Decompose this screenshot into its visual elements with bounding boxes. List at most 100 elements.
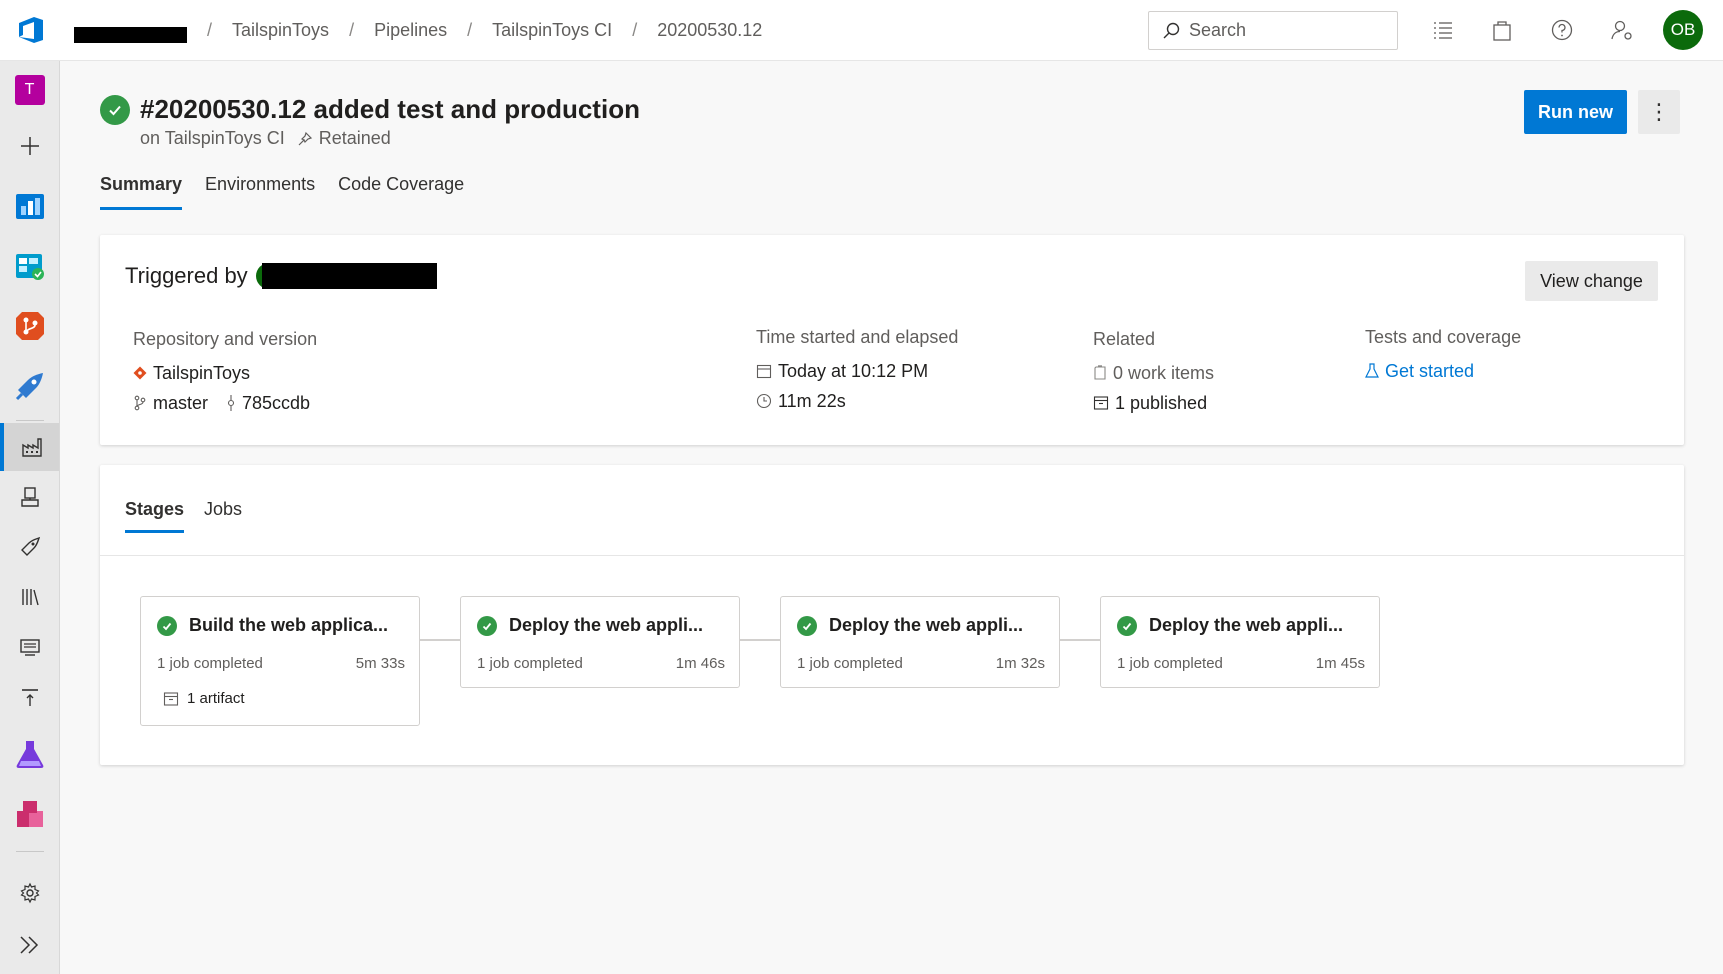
stage-connector: [420, 639, 460, 641]
rail-test-plans[interactable]: [0, 730, 59, 778]
stage-name: Deploy the web appli...: [1149, 615, 1344, 635]
releases-rocket-icon: [20, 536, 40, 556]
get-started-link[interactable]: Get started: [1385, 361, 1474, 382]
work-item-icon: [1094, 365, 1106, 380]
start-time: Today at 10:12 PM: [778, 360, 929, 381]
tests-label: Tests and coverage: [1365, 327, 1522, 347]
stage-card[interactable]: Build the web applica... 1 job completed…: [140, 596, 420, 726]
stage-card[interactable]: Deploy the web appli... 1 job completed 1…: [460, 596, 740, 688]
branch-name[interactable]: master: [153, 393, 208, 414]
task-list-icon[interactable]: [1430, 17, 1456, 43]
breadcrumb-separator: /: [349, 20, 355, 40]
rail-environments[interactable]: [0, 473, 59, 521]
commit-icon: [227, 395, 235, 411]
overview-icon: [15, 194, 44, 219]
environments-icon: [20, 487, 39, 507]
run-tabs: Summary Environments Code Coverage: [100, 174, 487, 210]
time-section: Time started and elapsed Today at 10:12 …: [756, 327, 958, 416]
plus-icon: [20, 137, 39, 155]
summary-card: Triggered by View change Repository and …: [100, 235, 1684, 445]
stage-name: Build the web applica...: [189, 615, 389, 635]
published-count[interactable]: 1 published: [1115, 393, 1207, 414]
work-items-count[interactable]: 0 work items: [1113, 363, 1214, 384]
marketplace-bag-icon[interactable]: [1489, 17, 1515, 43]
breadcrumb-separator: /: [467, 20, 473, 40]
rail-divider: [16, 420, 44, 421]
rail-overview[interactable]: [0, 182, 59, 230]
start-time-row: Today at 10:12 PM: [756, 356, 958, 386]
run-subtitle: on TailspinToys CI Retained: [140, 128, 391, 149]
rail-project[interactable]: T: [0, 66, 59, 114]
azure-devops-logo-icon[interactable]: [14, 13, 48, 47]
breadcrumb-run[interactable]: 20200530.12: [657, 20, 762, 41]
user-settings-icon[interactable]: [1609, 17, 1635, 43]
stage-connector: [740, 639, 780, 641]
stage-card[interactable]: Deploy the web appli... 1 job completed 1…: [1100, 596, 1380, 688]
test-plans-flask-icon: [16, 741, 43, 768]
rail-pipelines-runs[interactable]: [0, 423, 59, 471]
tab-code-coverage[interactable]: Code Coverage: [338, 174, 464, 210]
stage-duration: 1m 46s: [675, 655, 725, 672]
stage-duration: 5m 33s: [355, 655, 405, 672]
rail-new-item[interactable]: [0, 122, 59, 170]
stage-duration: 1m 45s: [1315, 655, 1365, 672]
more-actions-button[interactable]: ⋮: [1638, 90, 1680, 134]
pipeline-link[interactable]: on TailspinToys CI: [140, 128, 285, 149]
flask-icon: [1365, 363, 1379, 378]
project-badge: T: [14, 75, 45, 105]
published-row: 1 published: [1093, 388, 1214, 418]
tab-stages[interactable]: Stages: [125, 499, 185, 533]
rail-releases[interactable]: [0, 523, 59, 571]
run-new-button[interactable]: Run new: [1524, 90, 1627, 134]
tab-summary[interactable]: Summary: [100, 174, 183, 210]
stage-name: Deploy the web appli...: [509, 615, 704, 635]
help-icon[interactable]: [1549, 17, 1575, 43]
repository-label: Repository and version: [133, 329, 318, 349]
repository-section: Repository and version TailspinToys mast…: [133, 329, 317, 418]
stage-name: Deploy the web appli...: [829, 615, 1024, 635]
tab-environments[interactable]: Environments: [205, 174, 315, 210]
double-chevron-right-icon: [19, 936, 38, 954]
commit-id[interactable]: 785ccdb: [242, 393, 310, 414]
run-title: #20200530.12 added test and production: [140, 94, 640, 124]
pipelines-rocket-icon: [15, 373, 43, 401]
breadcrumb-pipeline[interactable]: TailspinToys CI: [492, 20, 612, 41]
stage-artifact[interactable]: 1 artifact: [163, 690, 245, 707]
rail-expand[interactable]: [0, 921, 59, 969]
rail-artifacts[interactable]: [0, 790, 59, 838]
boards-icon: [15, 254, 44, 280]
success-check-icon: [477, 615, 497, 636]
user-avatar[interactable]: OB: [1663, 10, 1703, 50]
artifact-count: 1 artifact: [187, 690, 245, 707]
time-label: Time started and elapsed: [756, 327, 959, 347]
rail-pipelines[interactable]: [0, 362, 59, 410]
rail-deployment-groups[interactable]: [0, 673, 59, 721]
stage-card[interactable]: Deploy the web appli... 1 job completed 1…: [780, 596, 1060, 688]
success-check-icon: [1117, 615, 1137, 636]
rail-boards[interactable]: [0, 242, 59, 290]
stages-card: Stages Jobs Build the web applica... 1 j…: [100, 465, 1684, 765]
rail-library[interactable]: [0, 573, 59, 621]
related-section: Related 0 work items 1 published: [1093, 329, 1214, 418]
repository-name[interactable]: TailspinToys: [153, 363, 250, 384]
stages-jobs-tabs: Stages Jobs: [125, 499, 262, 533]
tests-row: Get started: [1365, 356, 1521, 386]
success-check-icon: [157, 615, 177, 636]
rail-project-settings[interactable]: [0, 869, 59, 917]
rail-task-groups[interactable]: [0, 623, 59, 671]
rail-repos[interactable]: [0, 302, 59, 350]
search-input[interactable]: Search: [1148, 11, 1398, 50]
stage-duration: 1m 32s: [995, 655, 1045, 672]
breadcrumb-pipelines[interactable]: Pipelines: [374, 20, 447, 41]
calendar-icon: [756, 364, 772, 379]
library-icon: [21, 589, 39, 606]
tab-jobs[interactable]: Jobs: [204, 499, 242, 533]
artifacts-icon: [16, 801, 43, 827]
task-groups-icon: [19, 639, 40, 656]
breadcrumb-project[interactable]: TailspinToys: [232, 20, 329, 41]
triggered-by: Triggered by: [125, 263, 437, 289]
stage-jobs-status: 1 job completed: [477, 655, 583, 672]
branch-icon: [134, 395, 146, 411]
clock-icon: [756, 393, 772, 409]
view-change-button[interactable]: View change: [1525, 261, 1658, 301]
